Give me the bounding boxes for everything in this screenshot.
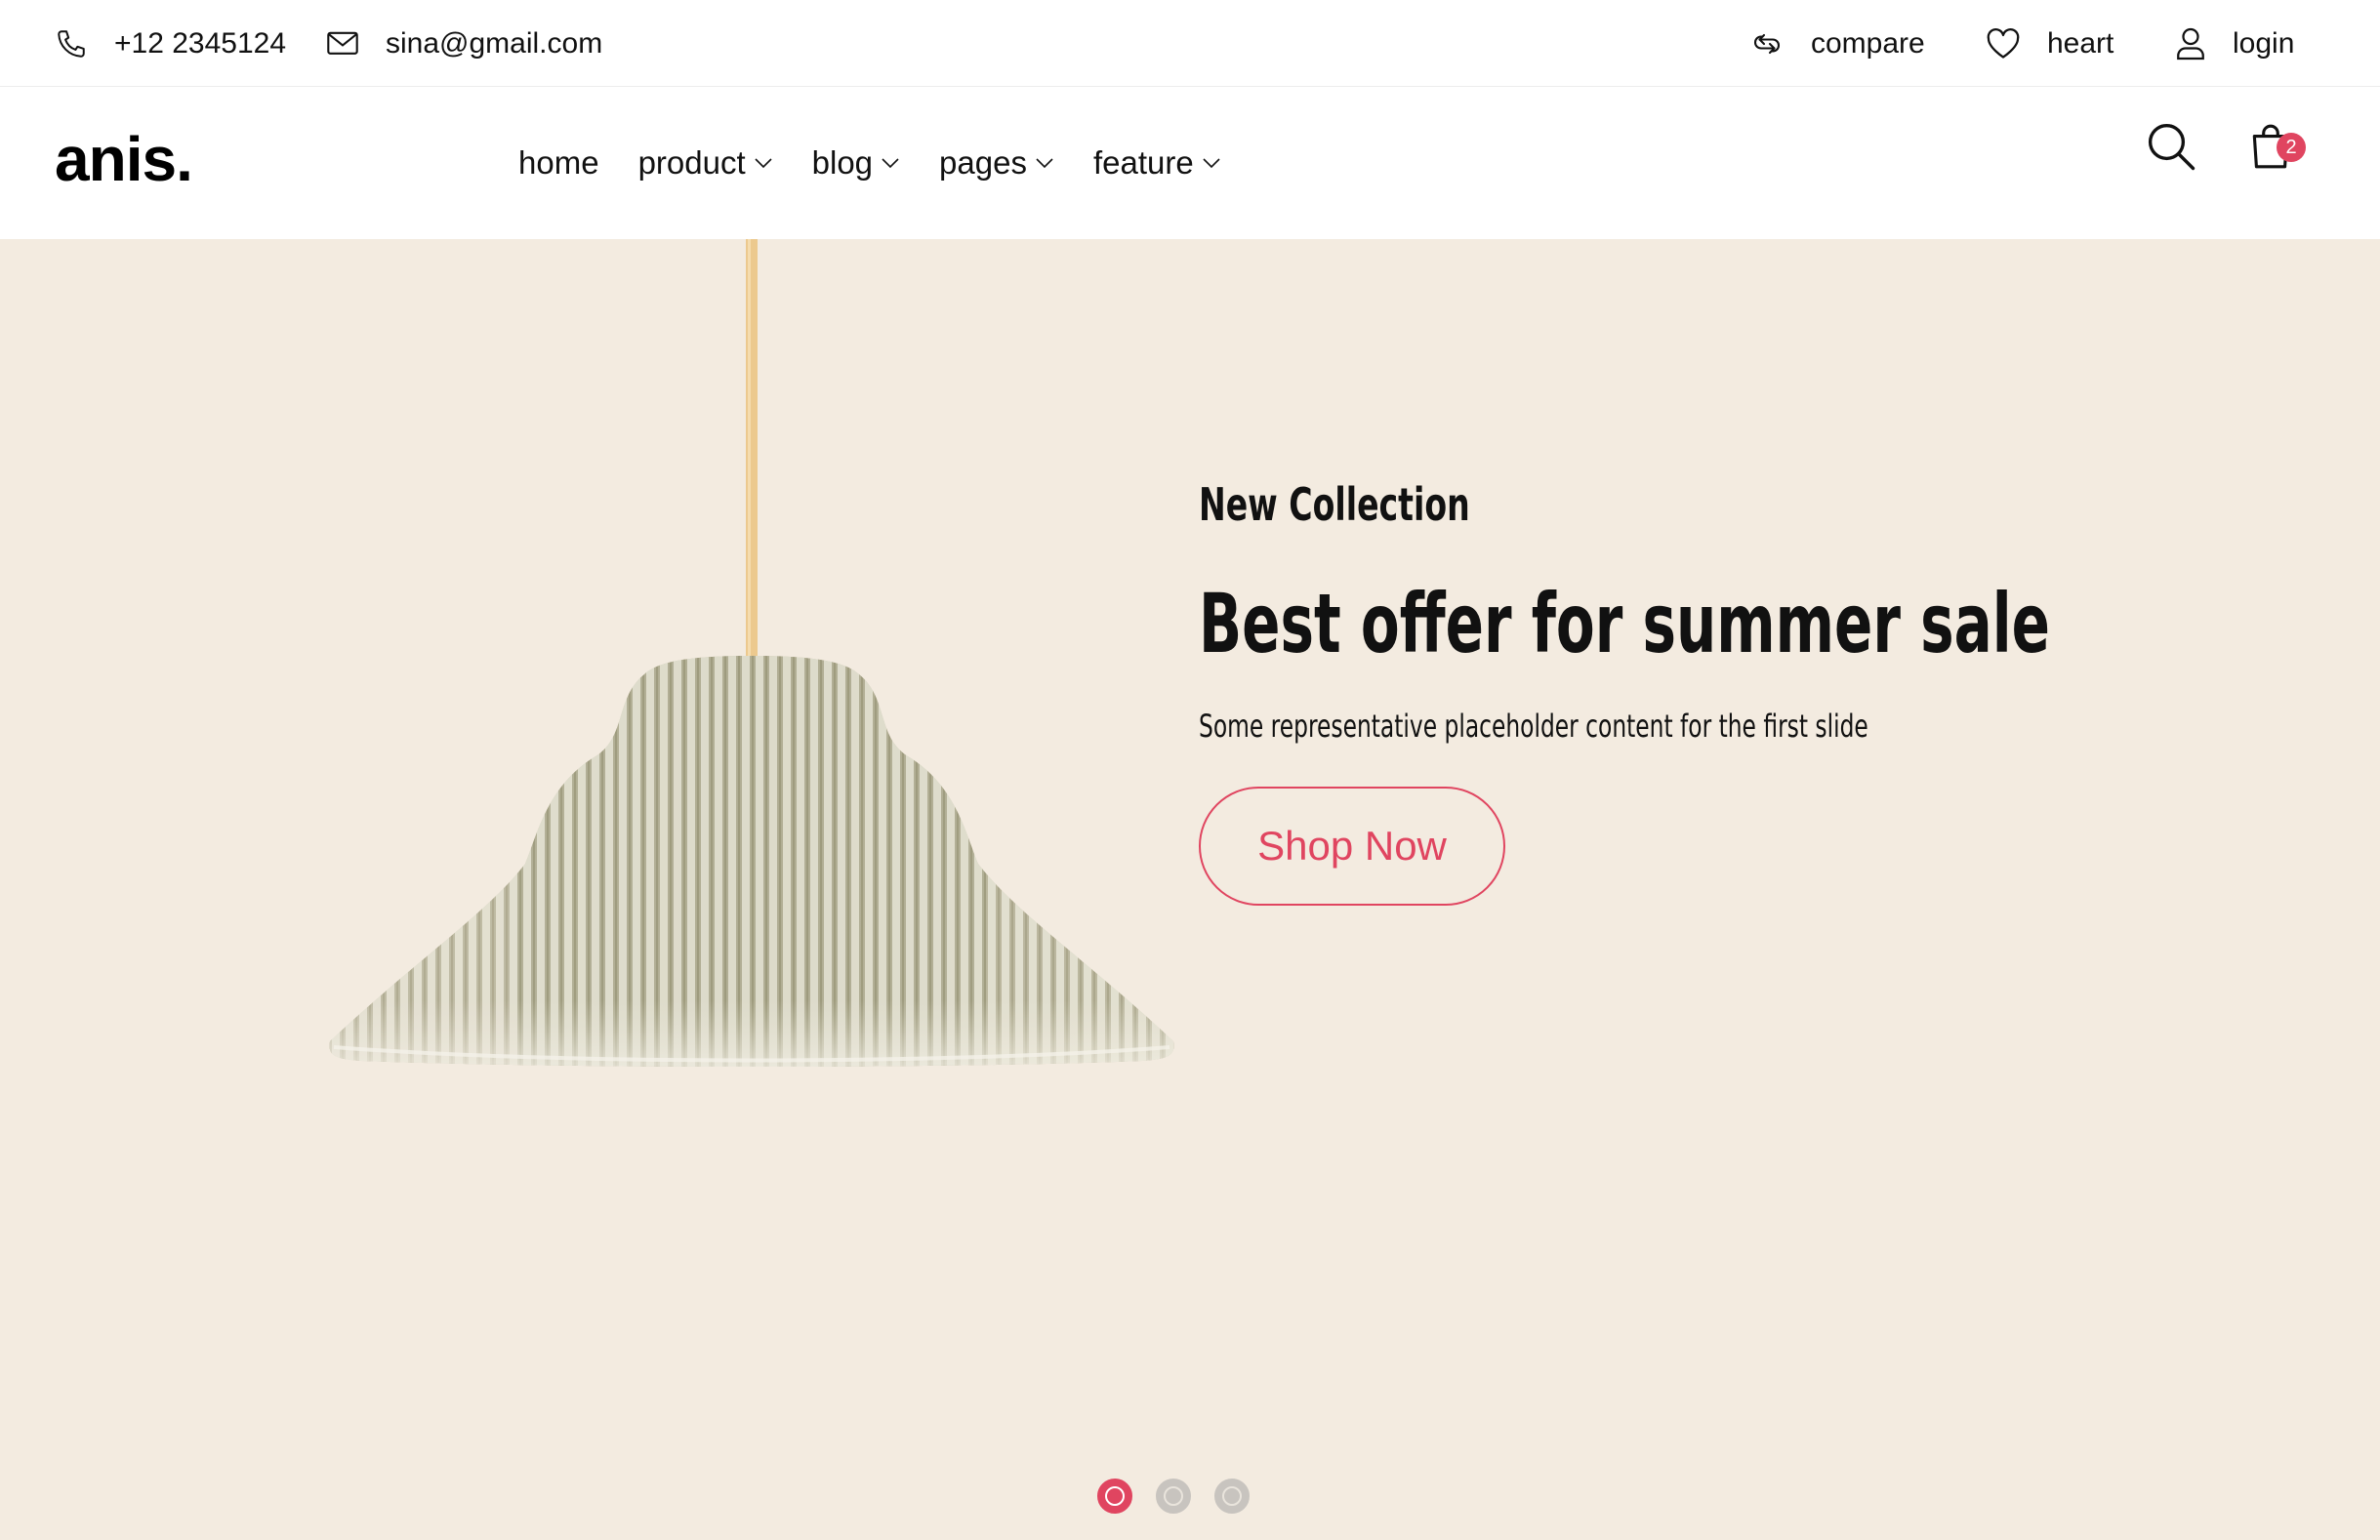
- slide-indicator-3[interactable]: [1214, 1479, 1250, 1514]
- slide-indicator-1[interactable]: [1097, 1479, 1132, 1514]
- compare-icon: [1749, 26, 1785, 61]
- login-label: login: [2233, 26, 2295, 60]
- nav-item-product[interactable]: product: [638, 144, 773, 182]
- hero-headline: Best offer for summer sale: [1199, 576, 2050, 671]
- cart-count-badge: 2: [2277, 133, 2306, 162]
- phone-icon: [55, 27, 88, 61]
- nav-item-pages[interactable]: pages: [939, 144, 1054, 182]
- pendant-lamp-image: [329, 239, 1174, 1067]
- phone-contact[interactable]: +12 2345124: [55, 0, 286, 87]
- slide-indicators: [1097, 1479, 1273, 1514]
- search-button[interactable]: [2144, 121, 2198, 176]
- chevron-down-icon: [754, 157, 773, 169]
- chevron-down-icon: [1202, 157, 1221, 169]
- heart-label: heart: [2047, 26, 2114, 60]
- nav-item-blog[interactable]: blog: [812, 144, 900, 182]
- nav-item-label: product: [637, 144, 746, 181]
- phone-number: +12 2345124: [114, 26, 287, 60]
- nav-item-label: blog: [811, 144, 874, 181]
- nav-item-label: feature: [1092, 144, 1194, 181]
- nav-item-home[interactable]: home: [518, 144, 599, 182]
- top-bar: +12 2345124 sina@gmail.com compare heart…: [0, 0, 2380, 87]
- cart-button[interactable]: 2: [2247, 121, 2306, 176]
- compare-link[interactable]: compare: [1749, 0, 1925, 87]
- heart-icon: [1986, 27, 2021, 61]
- slide-indicator-2[interactable]: [1156, 1479, 1191, 1514]
- search-icon: [2145, 120, 2197, 178]
- nav-item-feature[interactable]: feature: [1093, 144, 1221, 182]
- mail-icon: [326, 30, 359, 58]
- hero-subtext: Some representative placeholder content …: [1199, 708, 1868, 745]
- user-icon: [2175, 26, 2206, 61]
- login-link[interactable]: login: [2175, 0, 2294, 87]
- nav-item-label: home: [518, 144, 599, 181]
- chevron-down-icon: [881, 157, 900, 169]
- site-logo[interactable]: anis.: [55, 128, 193, 190]
- nav-item-label: pages: [939, 144, 1027, 181]
- main-nav: home product blog pages feature: [518, 87, 1260, 239]
- email-contact[interactable]: sina@gmail.com: [326, 0, 602, 87]
- shop-now-button[interactable]: Shop Now: [1199, 787, 1505, 906]
- heart-link[interactable]: heart: [1986, 0, 2113, 87]
- chevron-down-icon: [1035, 157, 1054, 169]
- compare-label: compare: [1811, 26, 1925, 60]
- main-header: anis. home product blog pages feature 2: [0, 87, 2380, 239]
- hero-kicker: New Collection: [1199, 478, 1470, 531]
- email-address: sina@gmail.com: [386, 26, 603, 60]
- hero-slider: New Collection Best offer for summer sal…: [0, 239, 2380, 1540]
